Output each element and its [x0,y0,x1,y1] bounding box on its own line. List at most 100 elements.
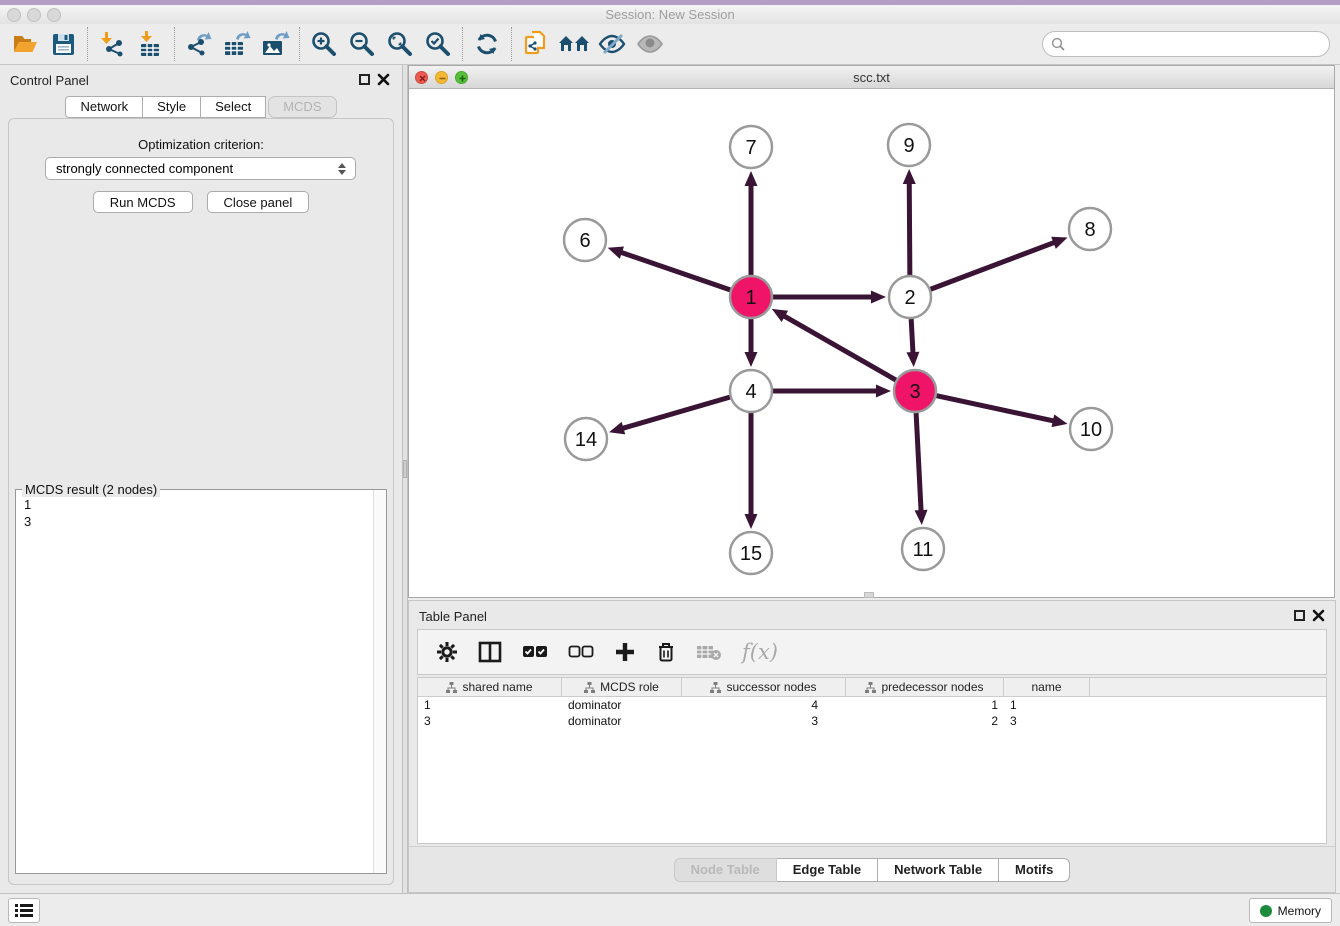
network-canvas[interactable]: 7 9 6 8 1 2 4 3 14 10 15 11 [409,89,1334,597]
hide-selected-button[interactable] [593,26,631,62]
network-window-titlebar[interactable]: scc.txt [409,66,1334,89]
delete-rows-button[interactable] [656,641,676,663]
horizontal-splitter-grip[interactable] [864,592,874,598]
graph-node-11[interactable]: 11 [902,528,944,570]
refresh-icon [473,31,501,57]
tab-node-table[interactable]: Node Table [674,858,777,882]
deselect-all-button[interactable] [568,644,594,660]
mcds-result-text[interactable]: 1 3 [16,492,373,873]
result-scrollbar[interactable] [373,490,386,873]
table-settings-button[interactable] [436,641,458,663]
graph-node-14[interactable]: 14 [565,418,607,460]
node-table[interactable]: shared nameMCDS rolesuccessor nodesprede… [417,677,1327,844]
table-cell[interactable]: 3 [418,713,562,729]
add-row-button[interactable] [614,641,636,663]
show-all-button[interactable] [631,26,669,62]
show-task-history-button[interactable] [8,898,40,923]
open-folder-icon [11,31,39,57]
graph-edge-arrow [1051,237,1067,249]
graph-node-7[interactable]: 7 [730,126,772,168]
graph-node-6[interactable]: 6 [564,219,606,261]
new-network-from-selection-button[interactable] [517,26,555,62]
table-cell[interactable]: 2 [846,713,1004,729]
column-header-predecessor-nodes[interactable]: predecessor nodes [846,678,1004,696]
graph-edge[interactable] [909,182,910,275]
float-panel-icon[interactable] [359,74,370,85]
column-header-shared-name[interactable]: shared name [418,678,562,696]
tab-mcds[interactable]: MCDS [268,96,336,118]
table-cell[interactable]: dominator [562,713,682,729]
table-cell[interactable]: 3 [1004,713,1090,729]
graph-node-3[interactable]: 3 [894,370,936,412]
status-bar: Memory [0,893,1340,926]
splitter-grip[interactable] [403,460,407,478]
search-input[interactable] [1070,37,1329,52]
dropdown-arrows-icon [338,161,348,177]
export-image-button[interactable] [256,26,294,62]
table-cell[interactable]: 1 [846,697,1004,713]
svg-text:10: 10 [1080,419,1102,441]
memory-button[interactable]: Memory [1249,898,1332,923]
graph-node-15[interactable]: 15 [730,532,772,574]
first-neighbors-button[interactable] [555,26,593,62]
graph-node-4[interactable]: 4 [730,370,772,412]
select-all-button[interactable] [522,644,548,660]
tab-network-table[interactable]: Network Table [878,858,999,882]
float-table-panel-icon[interactable] [1294,610,1305,621]
open-session-button[interactable] [6,26,44,62]
zoom-selected-button[interactable] [419,26,457,62]
tab-edge-table[interactable]: Edge Table [777,858,878,882]
zoom-fit-button[interactable] [381,26,419,62]
table-cell[interactable]: dominator [562,697,682,713]
graph-edge[interactable] [620,252,730,290]
save-session-button[interactable] [44,26,82,62]
delete-table-icon [696,643,722,661]
hierarchy-icon [584,682,595,693]
table-cell[interactable]: 1 [1004,697,1090,713]
close-table-panel-icon[interactable] [1312,609,1325,622]
table-cell[interactable]: 1 [418,697,562,713]
graph-node-2[interactable]: 2 [889,276,931,318]
zoom-out-button[interactable] [343,26,381,62]
graph-edge[interactable] [931,242,1056,289]
run-mcds-button[interactable]: Run MCDS [93,191,193,213]
graph-node-8[interactable]: 8 [1069,208,1111,250]
table-header-row: shared nameMCDS rolesuccessor nodesprede… [418,678,1326,697]
zoom-in-icon [310,30,338,58]
main-toolbar [0,24,1340,65]
graph-node-1[interactable]: 1 [730,276,772,318]
import-table-button[interactable] [131,26,169,62]
table-cell[interactable]: 3 [682,713,846,729]
table-row[interactable]: 3dominator323 [418,713,1326,729]
tab-network[interactable]: Network [65,96,143,118]
column-header-MCDS-role[interactable]: MCDS role [562,678,682,696]
tab-motifs[interactable]: Motifs [999,858,1070,882]
import-network-button[interactable] [93,26,131,62]
graph-edge[interactable] [937,396,1055,422]
gear-icon [436,641,458,663]
graph-edge[interactable] [622,397,730,429]
graph-edge[interactable] [783,315,896,380]
tab-select[interactable]: Select [201,96,266,118]
table-row[interactable]: 1dominator411 [418,697,1326,713]
graph-edge[interactable] [916,413,921,512]
close-panel-icon[interactable] [377,73,390,86]
column-header-name[interactable]: name [1004,678,1090,696]
delete-table-button[interactable] [696,643,722,661]
search-field[interactable] [1042,31,1330,57]
mcds-result-group: MCDS result (2 nodes) 1 3 [15,489,387,874]
export-table-button[interactable] [218,26,256,62]
tab-style[interactable]: Style [143,96,201,118]
table-cell[interactable]: 4 [682,697,846,713]
column-header-successor-nodes[interactable]: successor nodes [682,678,846,696]
export-network-button[interactable] [180,26,218,62]
graph-node-10[interactable]: 10 [1070,408,1112,450]
optimization-criterion-select[interactable]: strongly connected component [45,157,356,180]
function-builder-button[interactable]: f(x) [742,640,778,664]
close-panel-button[interactable]: Close panel [207,191,310,213]
zoom-in-button[interactable] [305,26,343,62]
graph-node-9[interactable]: 9 [888,124,930,166]
show-columns-button[interactable] [478,641,502,663]
graph-edge[interactable] [911,319,913,354]
apply-layout-button[interactable] [468,26,506,62]
